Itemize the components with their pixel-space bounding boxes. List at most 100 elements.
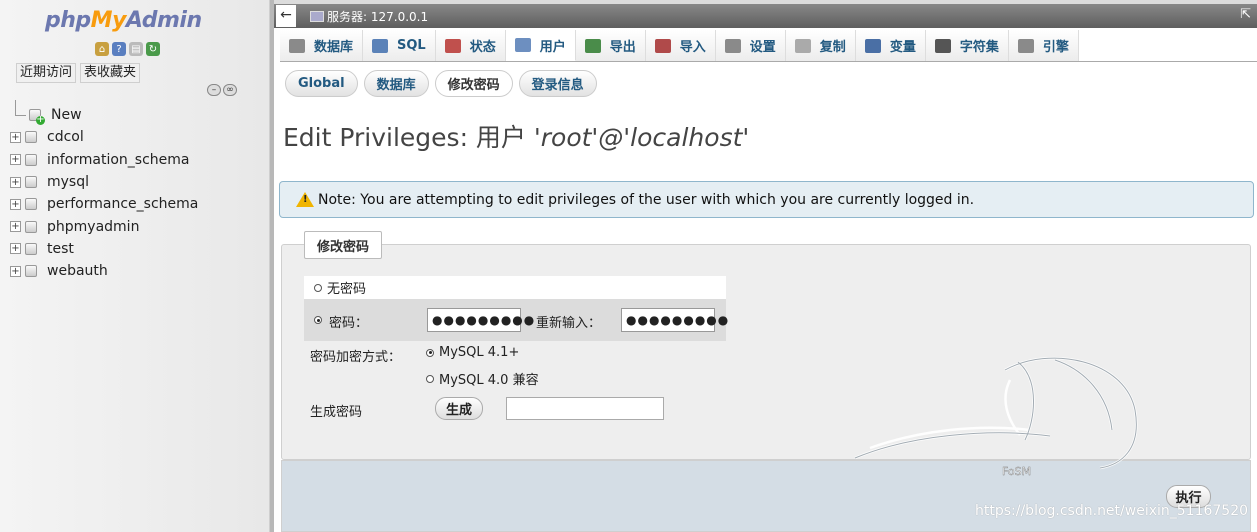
- hashing-41-radio[interactable]: [426, 348, 434, 357]
- tree-item-label[interactable]: webauth: [47, 263, 108, 279]
- favorite-tables-tab[interactable]: 表收藏夹: [80, 63, 141, 83]
- subtab-3[interactable]: 登录信息: [518, 70, 597, 97]
- database-tree: New + cdcol + information_schema + mysql + perfo…: [10, 99, 198, 282]
- subtab-1[interactable]: 数据库: [363, 70, 429, 97]
- password-label: 密码：: [329, 316, 369, 331]
- tab-import[interactable]: 导入: [645, 30, 716, 61]
- tree-item-database[interactable]: + cdcol: [10, 126, 198, 148]
- tree-item-database[interactable]: + information_schema: [10, 149, 198, 171]
- tab-label: 导出: [609, 40, 636, 55]
- tab-label: SQL: [397, 38, 426, 53]
- tab-label: 字符集: [959, 40, 999, 55]
- database-icon: [25, 176, 37, 189]
- tree-item-database[interactable]: + test: [10, 238, 198, 260]
- variables-icon: [864, 38, 881, 53]
- back-arrow-icon[interactable]: ←: [276, 5, 296, 27]
- nav-quick-icons: ⌂ ? ▤ ↻: [95, 42, 160, 56]
- hashing-40-radio[interactable]: [426, 374, 434, 383]
- expand-icon[interactable]: +: [10, 221, 21, 233]
- tree-item-label[interactable]: information_schema: [47, 152, 190, 168]
- docs-icon[interactable]: ▤: [129, 42, 143, 56]
- database-icon: [25, 220, 37, 233]
- no-password-label: 无密码: [327, 282, 367, 297]
- expand-icon[interactable]: +: [10, 154, 21, 166]
- expand-icon[interactable]: +: [10, 131, 21, 143]
- navigation-panel: phpMyAdmin ⌂ ? ▤ ↻ 近期访问 表收藏夹 – ∞ New + cdc…: [0, 0, 270, 532]
- tab-charset[interactable]: 字符集: [925, 30, 1009, 61]
- password-field[interactable]: ●●●●●●●●●: [427, 308, 534, 332]
- tree-item-database[interactable]: + mysql: [10, 171, 198, 193]
- horse-watermark-image: FoSM: [854, 357, 1138, 478]
- tab-status[interactable]: 状态: [435, 30, 506, 61]
- nav-tabs: 近期访问 表收藏夹: [16, 63, 141, 83]
- expand-icon[interactable]: +: [10, 176, 21, 188]
- hashing-option-40[interactable]: MySQL 4.0 兼容: [426, 369, 539, 388]
- database-icon: [25, 153, 37, 166]
- no-password-radio[interactable]: [314, 283, 322, 292]
- tab-label: 引擎: [1042, 40, 1069, 55]
- hashing-label: 密码加密方式：: [310, 350, 402, 365]
- home-icon[interactable]: ⌂: [95, 42, 109, 56]
- link-with-main-icon[interactable]: ∞: [223, 84, 237, 96]
- tab-label: 变量: [889, 40, 916, 55]
- wrench-icon: [724, 38, 741, 53]
- tab-sql[interactable]: SQL: [363, 30, 436, 61]
- database-icon: [25, 242, 37, 255]
- fieldset-legend: 修改密码: [304, 231, 383, 259]
- panel-resizer[interactable]: [270, 0, 274, 532]
- retype-label: 重新输入：: [536, 316, 602, 331]
- tab-engine[interactable]: 引擎: [1008, 30, 1079, 61]
- tree-item-label[interactable]: phpmyadmin: [47, 219, 139, 235]
- password-radio[interactable]: [314, 316, 322, 324]
- expand-icon[interactable]: +: [10, 198, 21, 210]
- tree-item-database[interactable]: + performance_schema: [10, 193, 198, 215]
- collapse-all-icon[interactable]: –: [207, 84, 221, 96]
- tree-item-label[interactable]: test: [47, 241, 74, 257]
- expand-icon[interactable]: +: [10, 265, 21, 277]
- sql-icon: [372, 38, 389, 53]
- import-icon: [654, 38, 671, 53]
- tree-controls: – ∞: [207, 84, 237, 96]
- tree-item-database[interactable]: + webauth: [10, 260, 198, 282]
- warning-icon: [296, 192, 314, 207]
- tab-label: 用户: [539, 39, 566, 55]
- tab-label: 复制: [819, 40, 846, 55]
- help-icon[interactable]: ?: [112, 42, 126, 56]
- notice-message: Note: You are attempting to edit privile…: [279, 181, 1254, 218]
- expand-icon[interactable]: +: [10, 243, 21, 255]
- expand-icon[interactable]: ⇱: [1240, 7, 1251, 22]
- page-title: Edit Privileges: 用户 'root'@'localhost': [283, 123, 750, 152]
- retype-password-field[interactable]: ●●●●●●●●●: [621, 308, 728, 332]
- tree-item-label[interactable]: mysql: [47, 174, 89, 190]
- tree-item-database[interactable]: + phpmyadmin: [10, 215, 198, 237]
- tree-item-new[interactable]: New: [10, 99, 198, 126]
- server-breadcrumb[interactable]: 服务器: 127.0.0.1: [327, 8, 428, 25]
- server-breadcrumb-bar: ← 服务器: 127.0.0.1 ⇱: [274, 4, 1257, 28]
- subtab-2[interactable]: 修改密码: [434, 70, 513, 97]
- tab-export[interactable]: 导出: [575, 30, 646, 61]
- reload-icon[interactable]: ↻: [146, 42, 160, 56]
- phpmyadmin-logo[interactable]: phpMyAdmin: [45, 8, 202, 33]
- generate-button[interactable]: 生成: [435, 397, 483, 420]
- recent-tables-tab[interactable]: 近期访问: [16, 63, 77, 83]
- server-icon: [310, 10, 324, 22]
- watermark-brand: FoSM: [1002, 465, 1031, 478]
- tab-variables[interactable]: 变量: [855, 30, 926, 61]
- tab-label: 状态: [469, 40, 496, 55]
- tab-replication[interactable]: 复制: [785, 30, 856, 61]
- tab-users[interactable]: 用户: [505, 30, 576, 61]
- tree-item-label[interactable]: New: [51, 107, 82, 123]
- privileges-subtabs: Global 数据库 修改密码 登录信息: [285, 70, 597, 97]
- tree-item-label[interactable]: cdcol: [47, 129, 84, 145]
- tab-database[interactable]: 数据库: [280, 30, 364, 61]
- tab-wrench[interactable]: 设置: [715, 30, 786, 61]
- hashing-option-41[interactable]: MySQL 4.1+: [426, 345, 519, 360]
- database-icon: [25, 265, 37, 278]
- notice-text: Note: You are attempting to edit privile…: [318, 191, 975, 208]
- charset-icon: [934, 38, 951, 53]
- tree-item-label[interactable]: performance_schema: [47, 196, 198, 212]
- generated-password-field[interactable]: [506, 397, 664, 420]
- tree-connector: [10, 99, 26, 121]
- tab-label: 数据库: [314, 40, 354, 55]
- subtab-0[interactable]: Global: [285, 70, 358, 97]
